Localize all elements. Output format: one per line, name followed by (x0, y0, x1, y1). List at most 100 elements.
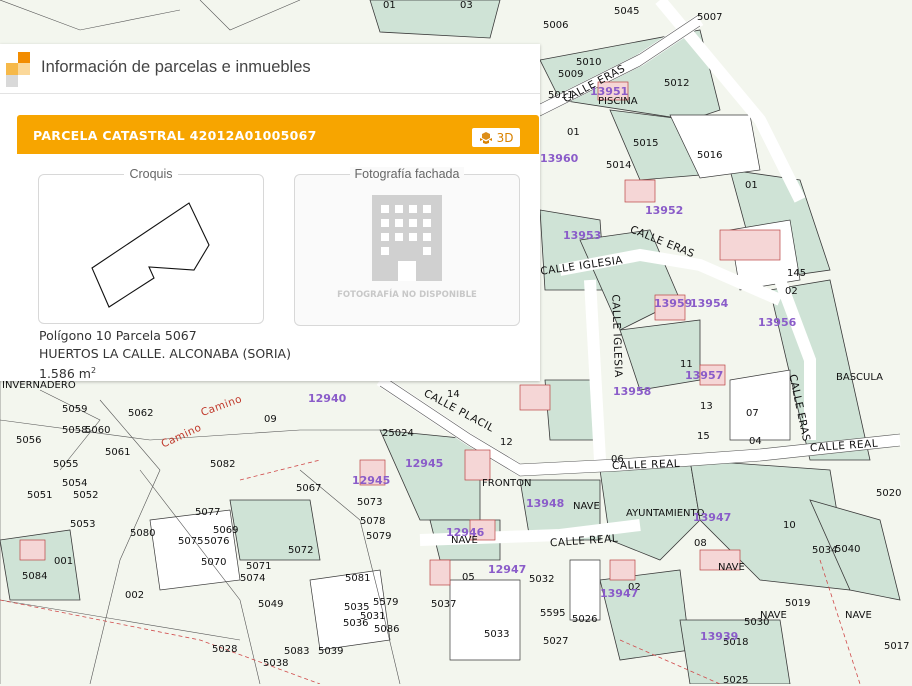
map-block-label: 12946 (446, 526, 485, 539)
map-parcel-label: 03 (460, 0, 473, 11)
map-parcel-label: 5014 (606, 160, 632, 171)
parcel-sketch-shape (91, 202, 210, 308)
map-block-label: 13939 (700, 630, 739, 643)
map-parcel-label: 5039 (318, 646, 344, 657)
map-parcel-label: 05 (462, 572, 475, 583)
map-parcel-label: 5075 (178, 536, 204, 547)
map-parcel-label: 5086 (374, 624, 400, 635)
map-parcel-label: 25024 (382, 428, 414, 439)
map-parcel-label: 5054 (62, 478, 88, 489)
cadastre-logo-icon (6, 52, 30, 87)
map-block-label: 13952 (645, 204, 684, 217)
map-parcel-label: 08 (694, 538, 707, 549)
map-parcel-label: 5579 (373, 597, 399, 608)
map-parcel-label: FRONTON (482, 478, 532, 489)
map-parcel-label: 5078 (360, 516, 386, 527)
map-parcel-label: 5020 (876, 488, 902, 499)
map-parcel-label: 04 (749, 436, 762, 447)
map-block-label: 13957 (685, 369, 724, 382)
map-parcel-label: NAVE (573, 501, 600, 512)
map-block-label: 12940 (308, 392, 347, 405)
map-parcel-label: 07 (746, 408, 759, 419)
map-parcel-label: 5082 (210, 459, 236, 470)
map-parcel-label: 5080 (130, 528, 156, 539)
map-parcel-label: 5037 (431, 599, 457, 610)
map-block-label: 13959 (654, 297, 693, 310)
map-parcel-label: 5077 (195, 507, 221, 518)
building-placeholder-icon (372, 195, 442, 281)
map-parcel-label: 5067 (296, 483, 322, 494)
map-parcel-label: 15 (697, 431, 710, 442)
map-parcel-label: 145 (787, 268, 807, 279)
area-unit-sup: 2 (90, 366, 97, 375)
sketch-label: Croquis (124, 167, 178, 181)
location-line: HUERTOS LA CALLE. ALCONABA (SORIA) (39, 345, 291, 361)
map-parcel-label: 02 (785, 286, 798, 297)
map-parcel-label: 5007 (697, 12, 723, 23)
map-parcel-label: 5017 (884, 641, 910, 652)
facade-photo-box: Fotografía fachada FOTOGRAFÍA NO DISPONI… (294, 167, 520, 326)
map-parcel-label: 5076 (204, 536, 230, 547)
map-parcel-label: 5028 (212, 644, 238, 655)
map-parcel-label: 5051 (27, 490, 53, 501)
map-block-label: 12945 (352, 474, 391, 487)
map-parcel-label: 5009 (558, 69, 584, 80)
map-parcel-label: 5019 (785, 598, 811, 609)
map-street-label: CALLE REAL (611, 457, 681, 473)
map-parcel-label: 5070 (201, 557, 227, 568)
map-parcel-label: 002 (125, 590, 145, 601)
polygon-line: Polígono 10 Parcela 5067 (39, 328, 197, 343)
map-block-label: 13947 (600, 587, 639, 600)
map-parcel-label: 5595 (540, 608, 566, 619)
map-parcel-label: 5033 (484, 629, 510, 640)
map-parcel-label: 5034 (812, 545, 838, 556)
map-parcel-label: 5059 (62, 404, 88, 415)
map-parcel-label: 5025 (723, 675, 749, 686)
cubes-icon (479, 131, 492, 144)
view-3d-button[interactable]: 3D (471, 127, 521, 148)
map-parcel-label: 5058 (62, 425, 88, 436)
map-parcel-label: 5032 (529, 574, 555, 585)
map-parcel-label: NAVE (760, 610, 787, 621)
map-parcel-label: NAVE (845, 610, 872, 621)
area-line: 1.586 m2 (39, 362, 291, 383)
map-block-label: 13947 (693, 511, 732, 524)
map-parcel-label: 5055 (53, 459, 79, 470)
area-value: 1.586 m (39, 366, 91, 382)
parcel-info-panel: Información de parcelas e inmuebles PARC… (0, 44, 540, 381)
map-parcel-label: 5084 (22, 571, 48, 582)
view-3d-label: 3D (496, 130, 514, 145)
map-parcel-label: 5015 (633, 138, 659, 149)
map-parcel-label: 5027 (543, 636, 569, 647)
map-block-label: 13954 (690, 297, 729, 310)
map-parcel-label: 5049 (258, 599, 284, 610)
map-parcel-label: 01 (745, 180, 758, 191)
map-parcel-label: 5060 (85, 425, 111, 436)
map-parcel-label: 5072 (288, 545, 314, 556)
map-parcel-label: 5006 (543, 20, 569, 31)
map-block-label: 13956 (758, 316, 797, 329)
panel-header: Información de parcelas e inmuebles (0, 44, 540, 94)
map-parcel-label: 10 (783, 520, 796, 531)
map-block-label: 13958 (613, 385, 652, 398)
map-parcel-label: 5069 (213, 525, 239, 536)
map-parcel-label: 5062 (128, 408, 154, 419)
map-parcel-label: 13 (700, 401, 713, 412)
map-parcel-label: 5052 (73, 490, 99, 501)
map-block-label: 12945 (405, 457, 444, 470)
map-parcel-label: 5079 (366, 531, 392, 542)
map-block-label: 13960 (540, 152, 579, 165)
map-parcel-label: NAVE (718, 562, 745, 573)
map-parcel-label: 5056 (16, 435, 42, 446)
map-parcel-label: 01 (567, 127, 580, 138)
map-parcel-label: 5012 (664, 78, 690, 89)
map-parcel-label: 5071 (246, 561, 272, 572)
map-parcel-label: BASCULA (836, 372, 883, 383)
map-parcel-label: 001 (54, 556, 74, 567)
map-parcel-label: 5053 (70, 519, 96, 530)
map-parcel-label: 5010 (576, 57, 602, 68)
map-parcel-label: 5073 (357, 497, 383, 508)
map-parcel-label: 5061 (105, 447, 131, 458)
map-parcel-label: 5074 (240, 573, 266, 584)
map-parcel-label: 12 (500, 437, 513, 448)
